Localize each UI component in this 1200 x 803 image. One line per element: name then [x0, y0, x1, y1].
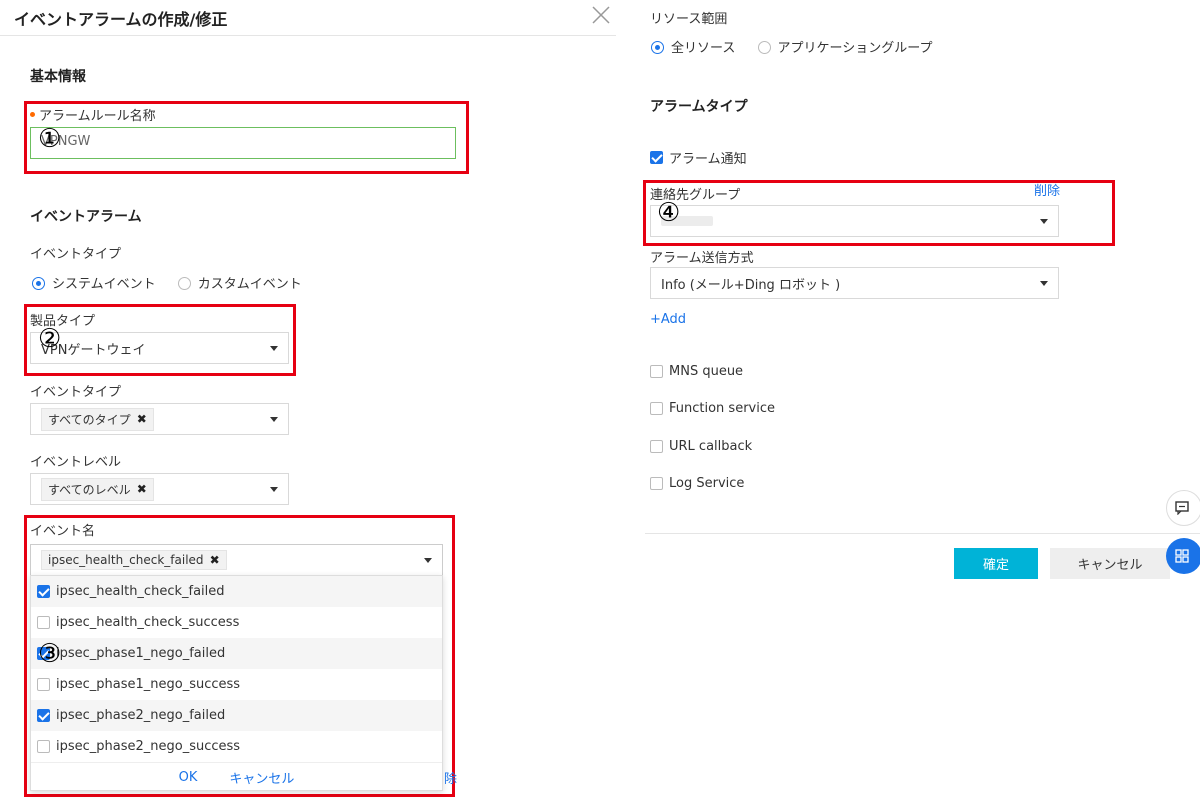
url-callback-checkbox[interactable]: URL callback — [650, 439, 752, 454]
rule-name-input[interactable]: VPNGW — [30, 127, 456, 159]
resource-radio-group: 全リソース アプリケーショングループ — [651, 37, 950, 56]
checkbox[interactable] — [650, 365, 663, 378]
resource-scope-label: リソース範囲 — [650, 12, 728, 27]
radio-custom-event[interactable]: カスタムイベント — [177, 273, 302, 292]
checkbox[interactable] — [37, 740, 50, 753]
caret-down-icon — [1040, 218, 1048, 224]
dialog-title: イベントアラームの作成/修正 — [14, 10, 228, 29]
cancel-button[interactable]: キャンセル — [1050, 548, 1170, 579]
radio-dot — [651, 41, 664, 54]
event-level-label: イベントレベル — [30, 455, 122, 470]
event-name-dropdown: ipsec_health_check_failed ipsec_health_c… — [30, 575, 443, 791]
caret-down-icon — [270, 416, 278, 422]
event-type-tag: すべてのタイプ ✖ — [41, 407, 154, 431]
checkbox[interactable] — [37, 585, 50, 598]
log-service-checkbox[interactable]: Log Service — [650, 476, 744, 491]
checkbox[interactable] — [37, 709, 50, 722]
basic-info-title: 基本情報 — [30, 69, 86, 85]
event-type2-label: イベントタイプ — [30, 385, 122, 400]
alarm-type-title: アラームタイプ — [650, 99, 748, 115]
checkbox[interactable] — [650, 440, 663, 453]
event-name-label: イベント名 — [30, 524, 96, 539]
caret-down-icon — [424, 557, 432, 563]
radio-dot — [757, 41, 771, 54]
delete-link[interactable]: 削除 — [1034, 180, 1060, 199]
caret-down-icon — [270, 486, 278, 492]
feedback-button[interactable] — [1166, 490, 1200, 526]
event-option-4[interactable]: ipsec_phase2_nego_failed — [31, 700, 442, 731]
required-dot — [30, 112, 35, 117]
dropdown-cancel-button[interactable]: キャンセル — [229, 768, 294, 787]
send-method-select[interactable]: Info (メール+Ding ロボット ) — [650, 267, 1059, 299]
event-level-tag: すべてのレベル ✖ — [41, 477, 154, 501]
chat-icon — [1175, 501, 1189, 515]
event-option-0[interactable]: ipsec_health_check_failed — [31, 576, 442, 607]
event-option-2[interactable]: ipsec_phase1_nego_failed — [31, 638, 442, 669]
footer-divider — [645, 533, 1200, 534]
rule-name-label: アラームルール名称 — [30, 105, 156, 124]
function-service-checkbox[interactable]: Function service — [650, 401, 775, 416]
contact-group-select[interactable] — [650, 205, 1059, 237]
radio-all-resources[interactable]: 全リソース — [651, 37, 735, 56]
checkbox[interactable] — [650, 151, 663, 164]
remove-tag-icon[interactable]: ✖ — [137, 482, 147, 496]
send-method-value: Info (メール+Ding ロボット ) — [661, 277, 841, 293]
event-name-select[interactable]: ipsec_health_check_failed ✖ — [30, 544, 443, 576]
checkbox[interactable] — [37, 616, 50, 629]
event-option-5[interactable]: ipsec_phase2_nego_success — [31, 731, 442, 762]
event-option-1[interactable]: ipsec_health_check_success — [31, 607, 442, 638]
apps-button[interactable] — [1166, 538, 1200, 574]
radio-app-group[interactable]: アプリケーショングループ — [757, 37, 932, 56]
checkbox[interactable] — [650, 402, 663, 415]
add-contact-link[interactable]: +Add — [650, 312, 686, 327]
caret-down-icon — [270, 345, 278, 351]
radio-dot — [32, 277, 45, 290]
annotation-marker-4: ④ — [657, 198, 681, 228]
dropdown-ok-button[interactable]: OK — [179, 770, 198, 785]
radio-system-event[interactable]: システムイベント — [32, 273, 156, 292]
checkbox[interactable] — [37, 678, 50, 691]
event-type-label: イベントタイプ — [30, 247, 122, 262]
caret-down-icon — [1040, 280, 1048, 286]
event-type-radio-group: システムイベント カスタムイベント — [32, 273, 320, 292]
remove-tag-icon[interactable]: ✖ — [210, 553, 220, 567]
partial-delete-link[interactable]: 除 — [444, 768, 457, 787]
radio-dot — [177, 277, 191, 290]
mns-queue-checkbox[interactable]: MNS queue — [650, 364, 743, 379]
event-type2-select[interactable]: すべてのタイプ ✖ — [30, 403, 289, 435]
confirm-button[interactable]: 確定 — [954, 548, 1038, 579]
title-divider — [0, 35, 616, 36]
annotation-marker-2: ② — [38, 324, 62, 354]
grid-icon — [1175, 549, 1189, 563]
annotation-marker-1: ① — [38, 124, 62, 154]
checkbox[interactable] — [650, 477, 663, 490]
product-type-select[interactable]: VPNゲートウェイ — [30, 332, 289, 364]
alarm-notify-checkbox[interactable]: アラーム通知 — [650, 148, 747, 167]
event-level-select[interactable]: すべてのレベル ✖ — [30, 473, 289, 505]
remove-tag-icon[interactable]: ✖ — [137, 412, 147, 426]
event-name-tag: ipsec_health_check_failed ✖ — [41, 550, 227, 570]
annotation-marker-3: ③ — [38, 639, 62, 669]
event-alarm-title: イベントアラーム — [30, 209, 142, 225]
event-option-3[interactable]: ipsec_phase1_nego_success — [31, 669, 442, 700]
close-icon[interactable] — [590, 4, 612, 26]
send-method-label: アラーム送信方式 — [650, 251, 754, 266]
dropdown-footer: OK キャンセル — [31, 762, 442, 792]
